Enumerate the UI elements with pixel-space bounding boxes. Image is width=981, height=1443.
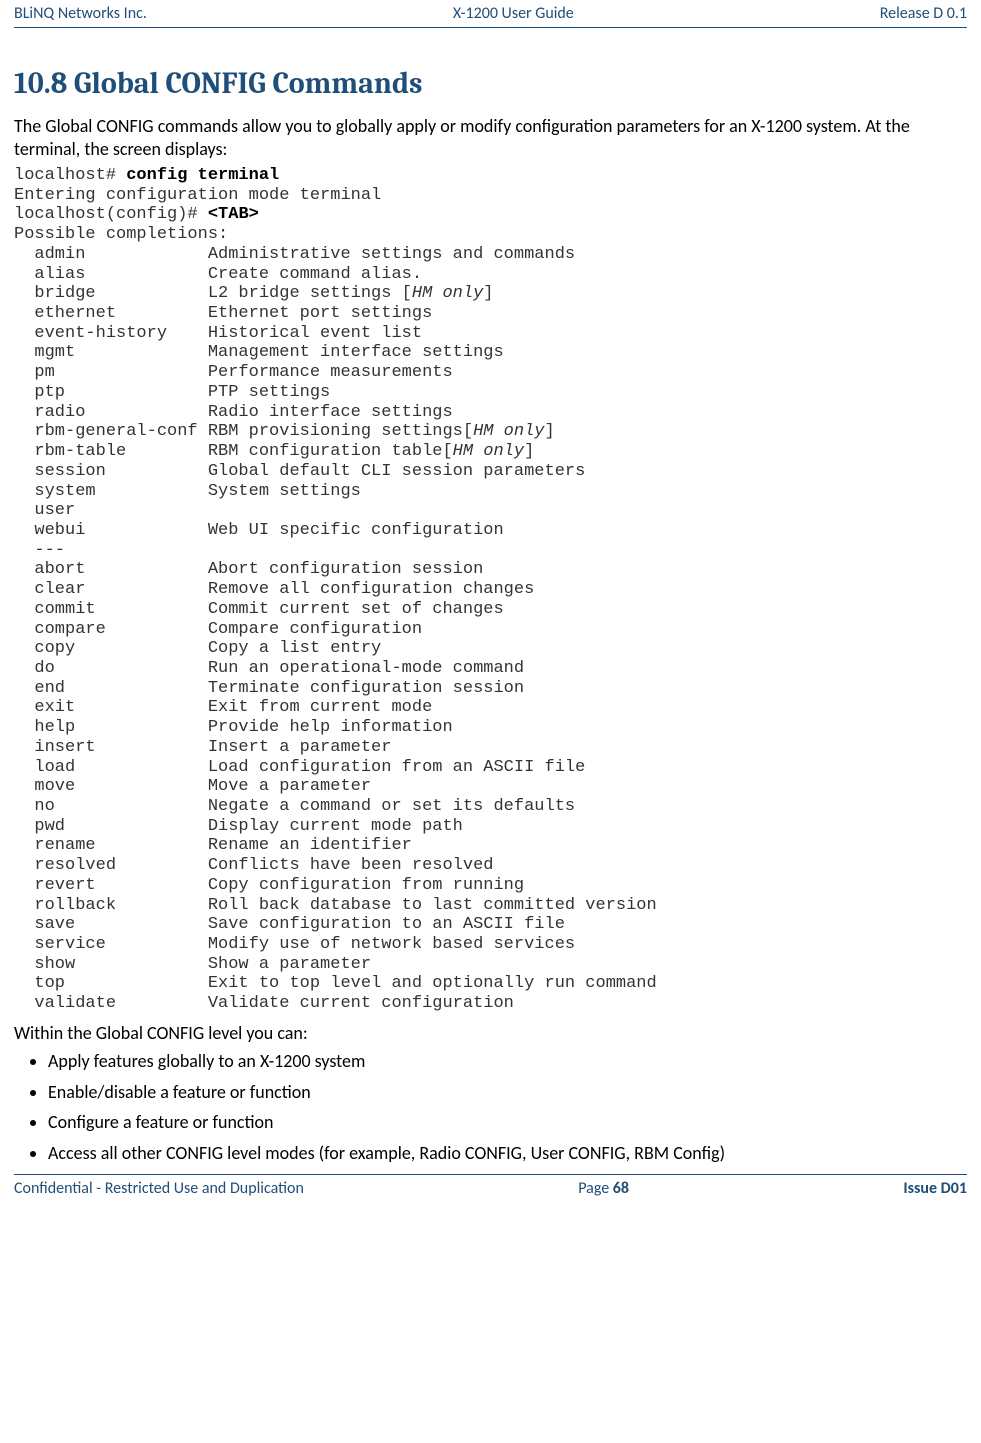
header-center: X-1200 User Guide (453, 4, 574, 23)
list-item: Enable/disable a feature or function (48, 1081, 967, 1104)
page-footer: Confidential - Restricted Use and Duplic… (14, 1174, 967, 1206)
terminal-block: localhost# config terminal Entering conf… (14, 166, 967, 1014)
footer-right: Issue D01 (903, 1179, 967, 1198)
intro-paragraph: The Global CONFIG commands allow you to … (14, 115, 967, 160)
header-left: BLiNQ Networks Inc. (14, 4, 147, 23)
footer-left: Confidential - Restricted Use and Duplic… (14, 1179, 304, 1198)
followup-paragraph: Within the Global CONFIG level you can: (14, 1022, 967, 1045)
list-item: Apply features globally to an X-1200 sys… (48, 1050, 967, 1073)
list-item: Configure a feature or function (48, 1111, 967, 1134)
page-header: BLiNQ Networks Inc. X-1200 User Guide Re… (14, 0, 967, 28)
footer-page: Page 68 (578, 1179, 629, 1198)
header-right: Release D 0.1 (880, 4, 967, 23)
section-title: 10.8 Global CONFIG Commands (14, 66, 967, 101)
bullet-list: Apply features globally to an X-1200 sys… (14, 1050, 967, 1164)
list-item: Access all other CONFIG level modes (for… (48, 1142, 967, 1165)
